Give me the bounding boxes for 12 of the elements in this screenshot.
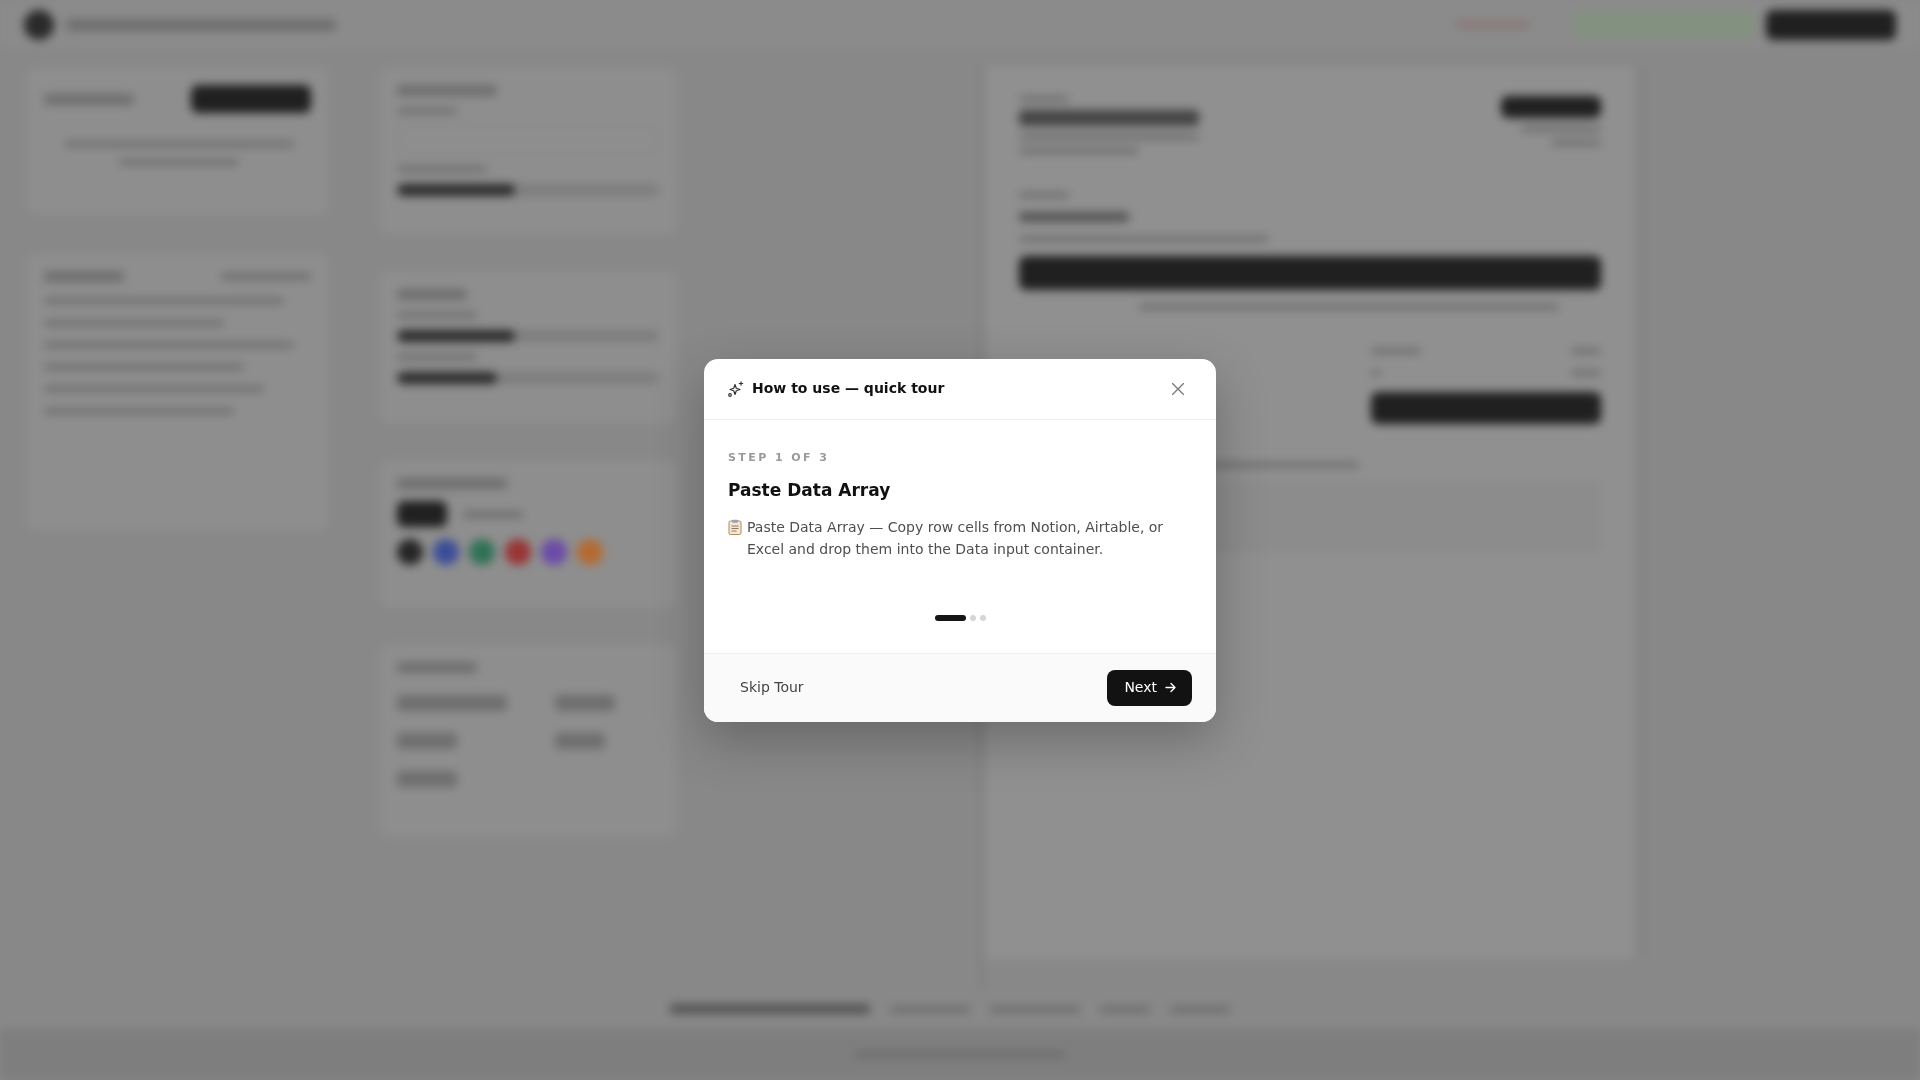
step-heading: Paste Data Array (728, 478, 892, 502)
step-counter: STEP 1 OF 3 (728, 450, 831, 465)
dialog-title: How to use — quick tour (752, 379, 945, 398)
sparkles-icon (728, 380, 744, 397)
arrow-right-icon (1165, 682, 1176, 693)
clipboard-icon (728, 518, 742, 535)
skip-tour-button[interactable]: Skip Tour (728, 669, 816, 706)
close-icon[interactable] (1172, 382, 1184, 395)
next-button[interactable]: Next (1107, 669, 1192, 706)
step-description: Paste Data Array — Copy row cells from Notion, Airtable, or Excel and drop them into the Data input container. (747, 517, 1165, 559)
step-dot-icon[interactable] (969, 614, 976, 621)
step-dot-icon[interactable] (979, 614, 986, 621)
